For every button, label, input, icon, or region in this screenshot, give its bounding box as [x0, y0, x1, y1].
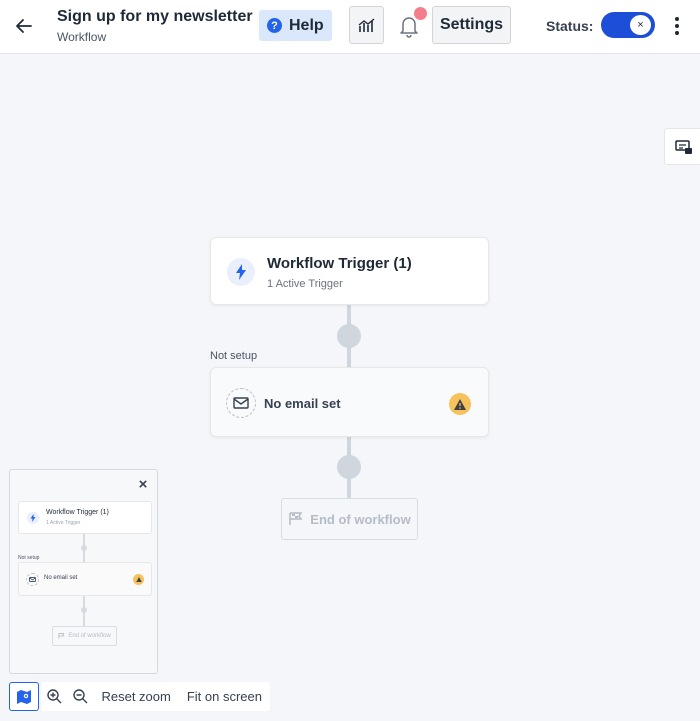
- minimap-email-label: No email set: [44, 575, 78, 581]
- message-settings-icon: [675, 139, 692, 154]
- warning-icon: [449, 393, 471, 415]
- help-label: Help: [289, 16, 324, 34]
- help-button[interactable]: ? Help: [259, 10, 332, 41]
- question-icon: ?: [267, 18, 282, 33]
- minimap-step-status: Not setup: [18, 555, 40, 561]
- end-of-workflow: End of workflow: [281, 498, 418, 540]
- trigger-title: Workflow Trigger (1): [267, 255, 412, 272]
- add-step-node[interactable]: [337, 324, 361, 348]
- minimap-trigger-subtitle: 1 Active Trigger: [46, 520, 81, 526]
- fit-on-screen-button[interactable]: Fit on screen: [179, 689, 270, 704]
- minimap-panel[interactable]: × Workflow Trigger (1) 1 Active Trigger …: [9, 469, 158, 674]
- envelope-icon: [226, 388, 256, 418]
- flag-icon: [289, 512, 303, 525]
- close-icon: ×: [630, 15, 651, 35]
- back-arrow-icon[interactable]: [12, 14, 36, 38]
- side-panel-button[interactable]: [664, 128, 700, 165]
- minimap-end-of-workflow: End of workflow: [52, 626, 117, 646]
- zoom-out-icon[interactable]: [67, 682, 93, 711]
- minimap-node: [81, 545, 87, 551]
- settings-button[interactable]: Settings: [432, 6, 511, 44]
- minimap-trigger-card: Workflow Trigger (1) 1 Active Trigger: [18, 501, 152, 534]
- minimap-email-card: No email set: [18, 562, 152, 596]
- map-icon: [17, 689, 31, 704]
- minimap-end-label: End of workflow: [68, 633, 111, 639]
- top-bar: Sign up for my newsletter Workflow ? Hel…: [0, 0, 700, 54]
- analytics-chart-icon: [358, 18, 374, 32]
- warning-icon: [133, 574, 144, 585]
- email-step-card[interactable]: No email set: [210, 367, 489, 437]
- workflow-trigger-card[interactable]: Workflow Trigger (1) 1 Active Trigger: [210, 237, 489, 305]
- zoom-toolbar: Reset zoom Fit on screen: [41, 682, 270, 711]
- close-icon[interactable]: ×: [136, 477, 150, 492]
- add-step-node[interactable]: [337, 455, 361, 479]
- status-toggle[interactable]: ×: [601, 12, 655, 38]
- envelope-icon: [26, 573, 39, 586]
- analytics-button[interactable]: [349, 6, 384, 44]
- status-label: Status:: [546, 18, 594, 34]
- flag-icon: [58, 633, 65, 639]
- minimap-trigger-title: Workflow Trigger (1): [46, 509, 109, 516]
- email-step-label: No email set: [264, 396, 341, 411]
- lightning-icon: [227, 258, 255, 286]
- more-options-icon[interactable]: [670, 15, 684, 37]
- workflow-subtitle: Workflow: [57, 30, 107, 44]
- notification-badge: [414, 7, 427, 20]
- minimap-node: [81, 607, 87, 613]
- trigger-subtitle: 1 Active Trigger: [267, 278, 343, 290]
- minimap-toggle-button[interactable]: [9, 682, 39, 711]
- step-status-label: Not setup: [210, 350, 258, 362]
- lightning-icon: [27, 512, 39, 524]
- zoom-in-icon[interactable]: [41, 682, 67, 711]
- end-of-workflow-label: End of workflow: [310, 511, 411, 527]
- workflow-title: Sign up for my newsletter: [57, 8, 253, 25]
- reset-zoom-button[interactable]: Reset zoom: [93, 689, 178, 704]
